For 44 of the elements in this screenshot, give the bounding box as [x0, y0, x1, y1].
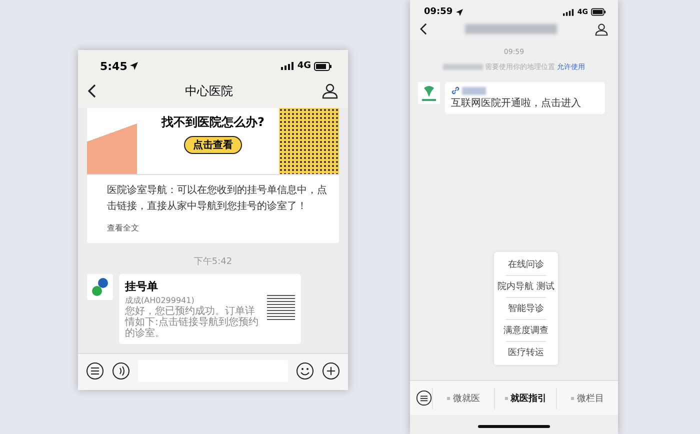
blurred-text [462, 86, 486, 94]
card-subtitle: 成成(AH0299941) [125, 295, 196, 306]
battery-icon [591, 8, 606, 16]
home-indicator [478, 425, 550, 428]
location-arrow-icon [130, 62, 138, 70]
timestamp: 下午5:42 [194, 256, 232, 268]
view-button[interactable]: 点击查看 [184, 136, 242, 154]
article-card[interactable]: 找不到医院怎么办? 点击查看 医院诊室导航：可以在您收到的挂号单信息中，点击链接，直接从家中导航到您挂号的诊室了！ 查看全文 [87, 108, 339, 243]
back-icon[interactable] [88, 84, 96, 98]
menu-item[interactable]: 院内导航 测试 [498, 276, 554, 297]
menu-tab[interactable]: 微栏目 [556, 388, 618, 408]
hospital-logo-icon [418, 82, 440, 104]
blurred-text [443, 64, 483, 70]
signal-icon [281, 62, 294, 70]
battery-icon [314, 62, 332, 70]
emoji-icon[interactable] [296, 362, 314, 380]
message-text: 互联网医院开通啦，点击进入 [451, 97, 581, 110]
menu-item[interactable]: 满意度调查 [504, 320, 548, 341]
menu-item[interactable]: 智能导诊 [508, 298, 544, 319]
menu-tab[interactable]: 微就医 [432, 388, 494, 408]
location-arrow-icon [456, 8, 463, 16]
status-time: 5:45 [100, 60, 128, 72]
back-icon[interactable] [420, 23, 427, 35]
hospital-logo-icon [87, 274, 113, 300]
read-more-link[interactable]: 查看全文 [107, 222, 293, 234]
network-label: 4G [297, 61, 311, 71]
plus-icon[interactable] [322, 362, 340, 380]
menu-item[interactable]: 在线问诊 [508, 254, 544, 275]
person-icon[interactable] [322, 83, 338, 99]
person-icon[interactable] [595, 22, 608, 36]
card-title: 挂号单 [125, 279, 159, 294]
banner-heading: 找不到医院怎么办? [162, 114, 264, 131]
card-body: 您好，您已预约成功。订单详情如下:点击链接导航到您预约的诊室。 [125, 306, 260, 339]
message-bubble[interactable]: 互联网医院开通啦，点击进入 [445, 82, 605, 114]
article-summary: 医院诊室导航：可以在您收到的挂号单信息中，点击链接，直接从家中导航到您挂号的诊室了！ [107, 184, 328, 214]
signal-icon [563, 8, 574, 16]
registration-card[interactable]: 挂号单 成成(AH0299941) 您好，您已预约成功。订单详情如下:点击链接导航到您预约的诊室。 [119, 274, 301, 344]
status-time: 09:59 [424, 7, 453, 17]
menu-item[interactable]: 医疗转运 [508, 342, 544, 363]
link-icon [451, 86, 460, 95]
voice-icon[interactable] [112, 362, 130, 380]
chat-title: 中心医院 [185, 82, 233, 100]
menu-tab[interactable]: 就医指引 [494, 388, 556, 408]
menu-icon[interactable] [86, 362, 104, 380]
